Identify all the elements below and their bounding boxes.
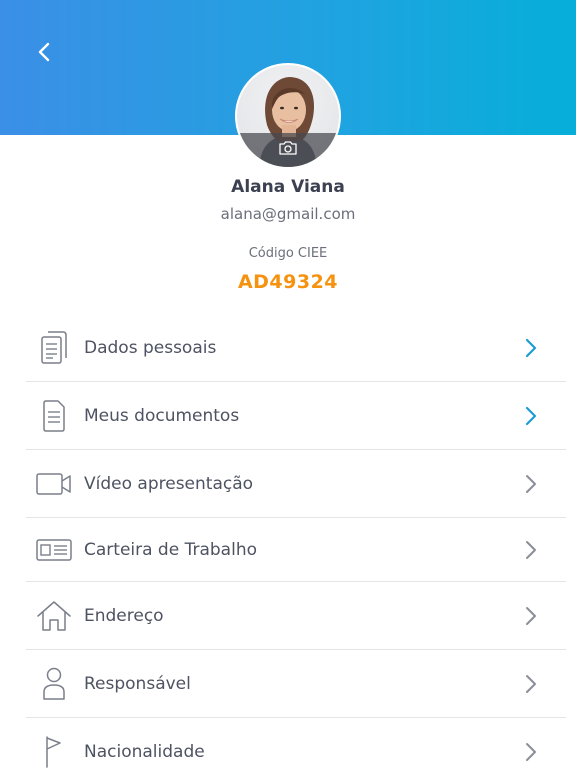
menu-item-endereco[interactable]: Endereço bbox=[26, 582, 566, 650]
video-camera-icon bbox=[34, 466, 74, 502]
document-icon bbox=[34, 398, 74, 434]
menu-item-nacionalidade[interactable]: Nacionalidade bbox=[26, 718, 566, 768]
person-icon bbox=[34, 666, 74, 702]
menu-item-label: Carteira de Trabalho bbox=[84, 539, 257, 560]
home-icon bbox=[34, 598, 74, 634]
back-button[interactable] bbox=[30, 38, 58, 66]
menu-item-label: Endereço bbox=[84, 605, 164, 626]
chevron-right-icon bbox=[526, 743, 536, 761]
avatar bbox=[235, 63, 341, 169]
menu-item-video-apresentacao[interactable]: Vídeo apresentação bbox=[26, 450, 566, 518]
menu-item-label: Meus documentos bbox=[84, 405, 240, 426]
menu-item-label: Dados pessoais bbox=[84, 337, 217, 358]
chevron-right-icon bbox=[526, 474, 536, 493]
menu-item-responsavel[interactable]: Responsável bbox=[26, 650, 566, 718]
chevron-right-icon bbox=[526, 674, 536, 693]
code-value: AD49324 bbox=[237, 271, 339, 293]
menu-item-meus-documentos[interactable]: Meus documentos bbox=[26, 382, 566, 450]
chevron-right-icon bbox=[525, 338, 537, 357]
documents-icon bbox=[34, 330, 74, 366]
chevron-right-icon bbox=[526, 540, 536, 559]
camera-icon bbox=[279, 141, 297, 155]
chevron-right-icon bbox=[525, 406, 537, 425]
flag-icon bbox=[34, 734, 74, 768]
menu-item-carteira-de-trabalho[interactable]: Carteira de Trabalho bbox=[26, 518, 566, 582]
menu-item-label: Vídeo apresentação bbox=[84, 473, 254, 494]
id-card-icon bbox=[34, 532, 74, 568]
menu-item-label: Nacionalidade bbox=[84, 742, 205, 762]
avatar-photo bbox=[237, 65, 339, 167]
change-photo-button[interactable] bbox=[237, 133, 339, 167]
chevron-left-icon bbox=[38, 42, 50, 62]
chevron-right-icon bbox=[526, 606, 536, 625]
profile-name: Alana Viana bbox=[231, 177, 345, 197]
profile-menu: Dados pessoais Meus documentos Vídeo apr… bbox=[26, 314, 566, 768]
menu-item-dados-pessoais[interactable]: Dados pessoais bbox=[26, 314, 566, 382]
profile-email: alana@gmail.com bbox=[220, 205, 356, 223]
menu-item-label: Responsável bbox=[84, 673, 191, 694]
code-label: Código CIEE bbox=[248, 246, 328, 261]
